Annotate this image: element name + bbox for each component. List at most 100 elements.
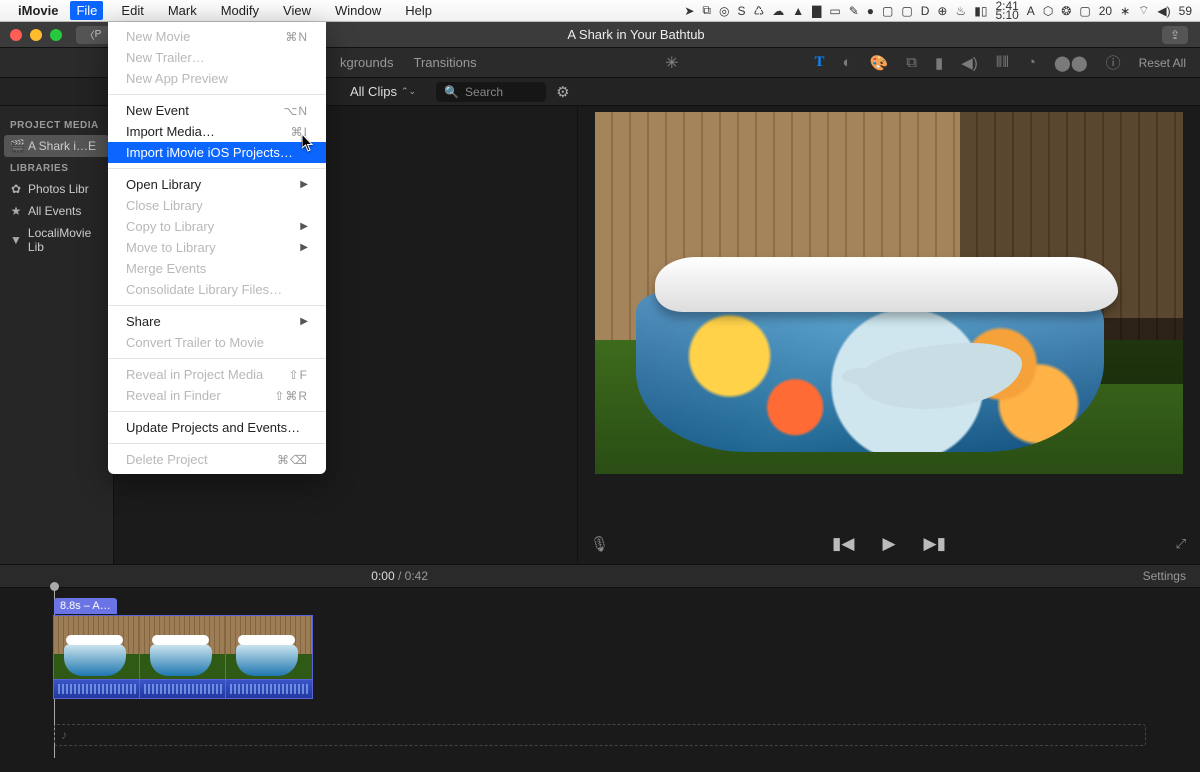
enhance-wand-icon[interactable]: ✳: [665, 53, 678, 73]
search-input[interactable]: 🔍 Search: [436, 82, 546, 102]
display-icon[interactable]: ▢: [882, 4, 893, 18]
back-button[interactable]: 〈 P: [76, 26, 110, 44]
location-icon[interactable]: ➤: [684, 4, 694, 18]
preview-image: [595, 112, 1183, 474]
cc-icon[interactable]: ◎: [719, 4, 729, 18]
menu-reveal-finder[interactable]: Reveal in Finder⇧⌘R: [108, 385, 326, 406]
menu-window[interactable]: Window: [329, 1, 387, 20]
tab-transitions[interactable]: Transitions: [413, 55, 476, 70]
flame-icon[interactable]: ♨: [955, 4, 966, 18]
clock[interactable]: 2:415:10: [995, 2, 1018, 20]
cloud-icon[interactable]: ☁: [772, 4, 784, 18]
wifi-icon[interactable]: ⌔: [1138, 3, 1149, 18]
prev-button[interactable]: ▮◀: [832, 534, 854, 554]
menu-move-to-library[interactable]: Move to Library▶: [108, 237, 326, 258]
menu-view[interactable]: View: [277, 1, 317, 20]
menu-share[interactable]: Share▶: [108, 311, 326, 332]
menu-reveal-project[interactable]: Reveal in Project Media⇧F: [108, 364, 326, 385]
a-icon[interactable]: A: [1027, 4, 1035, 18]
dot-icon[interactable]: ●: [867, 4, 874, 18]
tray-icon[interactable]: ▭: [829, 4, 840, 18]
play-button[interactable]: ▶: [882, 534, 895, 554]
flower-icon: ✿: [10, 182, 22, 196]
speed-icon[interactable]: ◔: [1027, 54, 1036, 71]
maximize-button[interactable]: [50, 29, 62, 41]
menu-convert-trailer[interactable]: Convert Trailer to Movie: [108, 332, 326, 353]
filter-icon[interactable]: ⬤⬤: [1054, 54, 1088, 72]
menu-new-event[interactable]: New Event⌥N: [108, 100, 326, 121]
sidebar-all-events[interactable]: ★All Events: [0, 200, 113, 222]
color-correction-icon[interactable]: 🎨: [870, 54, 889, 72]
menu-import-media[interactable]: Import Media…⌘I: [108, 121, 326, 142]
menu-consolidate[interactable]: Consolidate Library Files…: [108, 279, 326, 300]
up-icon[interactable]: ▲: [792, 4, 804, 18]
timeline[interactable]: 8.8s – A… ♪: [0, 588, 1200, 758]
timeline-clip[interactable]: 8.8s – A…: [54, 616, 1146, 680]
volume-icon[interactable]: ◀): [1157, 4, 1170, 18]
playhead-time: 0:00 / 0:42: [371, 569, 428, 583]
stabilize-icon[interactable]: ▮: [935, 54, 943, 72]
sidebar-local-library[interactable]: ▼LocaliMovie Lib: [0, 222, 113, 258]
globe-icon[interactable]: ❂: [1061, 4, 1071, 18]
traffic-lights: [10, 29, 62, 41]
search-placeholder: Search: [465, 85, 503, 99]
volume-icon[interactable]: ◀): [961, 54, 978, 72]
text-tool-icon[interactable]: T: [815, 54, 825, 71]
color-balance-icon[interactable]: ◐: [843, 54, 852, 71]
tab-backgrounds[interactable]: kgrounds: [340, 55, 393, 70]
window-title: A Shark in Your Bathtub: [567, 27, 704, 42]
mouse-cursor-icon: [302, 134, 314, 152]
menu-edit[interactable]: Edit: [115, 1, 149, 20]
share-button[interactable]: ⇪: [1162, 26, 1188, 44]
sidebar-photos-library[interactable]: ✿Photos Libr: [0, 178, 113, 200]
evernote-icon[interactable]: ✎: [849, 4, 859, 18]
d-icon[interactable]: D: [921, 4, 930, 18]
menu-delete-project[interactable]: Delete Project⌘⌫: [108, 449, 326, 470]
next-button[interactable]: ▶▮: [924, 534, 946, 554]
menu-merge-events[interactable]: Merge Events: [108, 258, 326, 279]
clips-filter-dropdown[interactable]: All Clips⌃⌄: [350, 84, 416, 99]
menu-copy-to-library[interactable]: Copy to Library▶: [108, 216, 326, 237]
circle-icon[interactable]: ⊕: [937, 4, 947, 18]
menu-import-ios-projects[interactable]: Import iMovie iOS Projects…: [108, 142, 326, 163]
menu-mark[interactable]: Mark: [162, 1, 203, 20]
reset-all-button[interactable]: Reset All: [1139, 56, 1186, 70]
timeline-settings-button[interactable]: Settings: [1143, 569, 1186, 583]
tv-icon[interactable]: ▢: [901, 4, 912, 18]
menu-close-library[interactable]: Close Library: [108, 195, 326, 216]
close-button[interactable]: [10, 29, 22, 41]
menu-file[interactable]: File: [70, 1, 103, 20]
menu-update-projects[interactable]: Update Projects and Events…: [108, 417, 326, 438]
dropbox-icon[interactable]: ⧉: [702, 3, 711, 18]
sync-icon[interactable]: ♺: [753, 4, 764, 18]
music-track[interactable]: ♪: [54, 724, 1146, 746]
crop-icon[interactable]: ⧉: [906, 54, 917, 71]
voiceover-mic-icon[interactable]: 🎙: [590, 535, 609, 553]
transport-controls: 🎙 ▮◀ ▶ ▶▮ ⤢: [578, 524, 1200, 564]
preview-canvas[interactable]: [595, 112, 1183, 474]
sidebar-heading-project: PROJECT MEDIA: [0, 114, 113, 135]
menu-modify[interactable]: Modify: [215, 1, 265, 20]
fullscreen-icon[interactable]: ⤢: [1176, 536, 1186, 552]
menu-open-library[interactable]: Open Library▶: [108, 174, 326, 195]
minimize-button[interactable]: [30, 29, 42, 41]
sidebar-project-item[interactable]: 🎬 A Shark i…E: [4, 135, 109, 157]
clapper-icon: 🎬: [10, 139, 22, 153]
cal-icon[interactable]: 20: [1099, 4, 1112, 18]
menu-new-trailer[interactable]: New Trailer…: [108, 47, 326, 68]
flag-icon[interactable]: ▇: [812, 4, 821, 18]
timeline-header: 0:00 / 0:42 Settings: [0, 564, 1200, 588]
audio-track[interactable]: [54, 680, 1146, 698]
msg-icon[interactable]: ▢: [1079, 4, 1090, 18]
noise-icon[interactable]: ⦀⦀: [996, 54, 1009, 71]
info-icon[interactable]: ⓘ: [1106, 52, 1121, 73]
browser-settings-icon[interactable]: ⚙: [556, 83, 569, 101]
menu-new-movie[interactable]: New Movie⌘N: [108, 26, 326, 47]
s-icon[interactable]: S: [737, 4, 745, 18]
menu-help[interactable]: Help: [399, 1, 438, 20]
hex-icon[interactable]: ⬡: [1043, 4, 1053, 18]
battery-icon[interactable]: ▮▯: [974, 4, 987, 18]
menu-new-app-preview[interactable]: New App Preview: [108, 68, 326, 89]
app-name[interactable]: iMovie: [18, 3, 58, 18]
bt-icon[interactable]: ∗: [1120, 4, 1130, 18]
